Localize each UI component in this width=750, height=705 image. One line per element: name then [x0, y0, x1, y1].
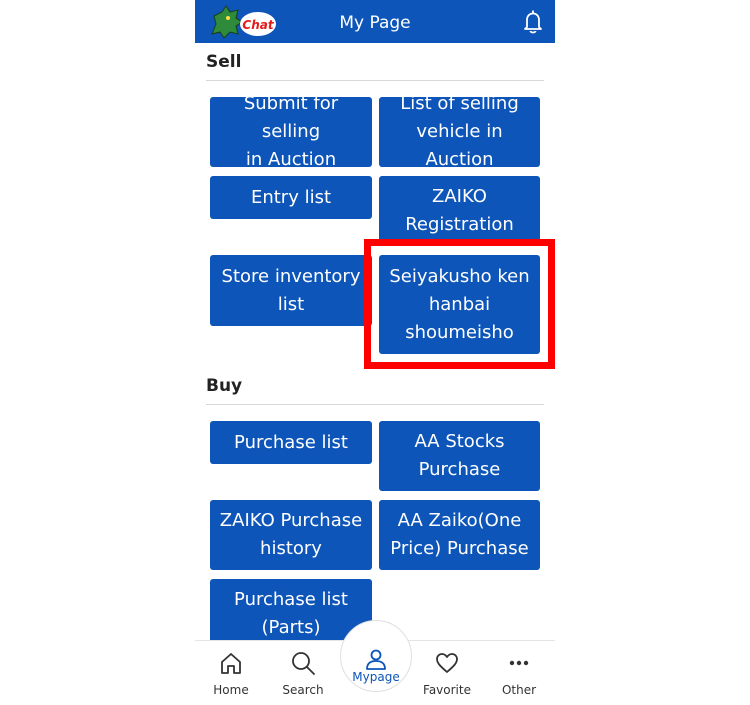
heart-icon	[436, 653, 458, 673]
purchase-list-button[interactable]: Purchase list	[210, 421, 372, 464]
buy-divider	[206, 404, 544, 405]
zaiko-purchase-history-button[interactable]: ZAIKO Purchase history	[210, 500, 372, 570]
buy-section-title: Buy	[206, 376, 243, 396]
nav-home[interactable]: Home	[201, 641, 261, 701]
aa-stocks-purchase-button[interactable]: AA Stocks Purchase	[379, 421, 540, 491]
store-inventory-list-button[interactable]: Store inventory list	[210, 255, 372, 326]
nav-search[interactable]: Search	[273, 641, 333, 701]
submit-for-selling-button[interactable]: Submit for selling in Auction	[210, 93, 372, 170]
zaiko-registration-button[interactable]: ZAIKO Registration	[379, 176, 540, 246]
sell-section-title: Sell	[206, 52, 242, 72]
nav-other-label: Other	[501, 683, 537, 697]
page-title: My Page	[339, 13, 411, 33]
list-of-selling-vehicle-button[interactable]: List of selling vehicle in Auction	[379, 93, 540, 170]
nav-search-label: Search	[282, 683, 324, 697]
app-header: Chat My Page	[195, 0, 555, 43]
bell-icon[interactable]	[521, 9, 545, 35]
nav-favorite-label: Favorite	[423, 683, 471, 697]
search-icon	[292, 652, 315, 675]
phone-screen: Chat My Page Sell Submit for selling in …	[195, 0, 555, 705]
nav-mypage-label: Mypage	[352, 670, 400, 684]
nav-home-label: Home	[213, 683, 249, 697]
nav-mypage[interactable]: Mypage	[340, 620, 412, 692]
entry-list-button[interactable]: Entry list	[210, 176, 372, 219]
more-dots-icon	[509, 660, 529, 666]
sell-divider	[206, 80, 544, 81]
nav-other[interactable]: Other	[489, 641, 549, 701]
seiyakusho-button[interactable]: Seiyakusho ken hanbai shoumeisho	[379, 255, 540, 354]
nav-favorite[interactable]: Favorite	[417, 641, 477, 701]
home-icon	[221, 653, 241, 674]
aa-zaiko-one-price-button[interactable]: AA Zaiko(One Price) Purchase	[379, 500, 540, 570]
